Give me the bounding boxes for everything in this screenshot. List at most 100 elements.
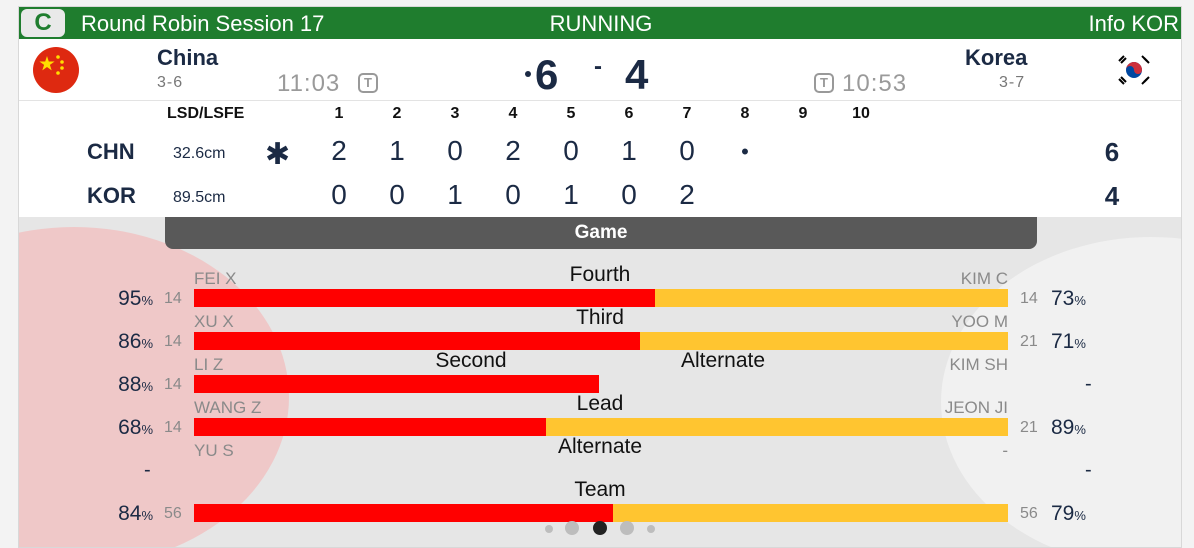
- left-percentage-fill: [194, 289, 655, 307]
- position-label: Fourth: [569, 263, 631, 286]
- right-percentage: 73%: [1051, 287, 1086, 310]
- chn-end-score: 2: [505, 135, 521, 166]
- position-label: Lead: [576, 392, 624, 415]
- chn-marker-icon: ✱: [265, 138, 291, 171]
- right-time-remaining: 10:53: [842, 70, 908, 97]
- right-shot-count: 21: [1020, 419, 1038, 436]
- end-header: 7: [682, 105, 692, 122]
- divider: [19, 100, 1181, 101]
- left-percentage: 84%: [118, 502, 153, 525]
- left-player-name: FEI X: [194, 269, 237, 288]
- left-shot-count: 14: [164, 419, 182, 436]
- right-percentage: 89%: [1051, 416, 1086, 439]
- chn-end-score: 1: [389, 135, 405, 166]
- left-timeout-indicator: T: [358, 73, 378, 93]
- scoreboard-panel: C Round Robin Session 17 RUNNING Info KO…: [18, 6, 1182, 548]
- game-status: RUNNING: [549, 11, 653, 36]
- right-shot-count: 21: [1020, 333, 1038, 350]
- page-dot-active[interactable]: [593, 521, 607, 535]
- chn-end-score: 1: [621, 135, 637, 166]
- right-player-name: -: [1002, 441, 1008, 460]
- end-header: 5: [566, 105, 576, 122]
- left-player-name: LI Z: [194, 355, 224, 374]
- end-header: 2: [392, 105, 402, 122]
- right-shot-count: 14: [1020, 290, 1038, 307]
- percentage-bar: [194, 504, 1008, 522]
- left-percentage-fill: [194, 418, 547, 436]
- percentage-bar: [194, 332, 1008, 350]
- left-percentage: 88%: [118, 373, 153, 396]
- top-bar: C Round Robin Session 17 RUNNING Info KO…: [19, 7, 1181, 39]
- lsd-header: LSD/LSFE: [167, 105, 245, 122]
- right-player-name: YOO M: [951, 312, 1008, 331]
- kor-end-score: 0: [389, 179, 405, 210]
- right-score: 4: [625, 51, 649, 98]
- left-score: 6: [535, 51, 559, 98]
- kor-end-score: 0: [621, 179, 637, 210]
- end-header: 1: [334, 105, 344, 122]
- left-player-name: WANG Z: [194, 398, 262, 417]
- right-player-name: KIM SH: [949, 355, 1008, 374]
- right-player-name: JEON JI: [944, 398, 1008, 417]
- kor-lsd-value: 89.5cm: [173, 189, 226, 206]
- percentage-bar: [194, 375, 1008, 393]
- left-percentage-fill: [194, 375, 600, 393]
- page-dot[interactable]: [620, 521, 634, 535]
- page-dot[interactable]: [545, 525, 553, 533]
- chn-lsd-value: 32.6cm: [173, 145, 226, 162]
- chn-end-score: 0: [563, 135, 579, 166]
- left-team-name: China: [157, 45, 219, 70]
- right-player-name: KIM C: [960, 269, 1008, 288]
- left-percentage: 95%: [118, 287, 153, 310]
- right-percentage: -: [1085, 459, 1092, 481]
- end-header: 9: [798, 105, 808, 122]
- right-shot-count: 56: [1020, 505, 1038, 522]
- player-stats-section: Game FEI X KIM C Fourth 95% 14 14 73% XU…: [19, 217, 1181, 547]
- percentage-bar: [194, 289, 1008, 307]
- china-flag-icon: [33, 47, 79, 93]
- chn-end-score: 0: [679, 135, 695, 166]
- korea-flag-icon: [1111, 47, 1157, 93]
- right-team-name: Korea: [965, 45, 1028, 70]
- percentage-bar: [194, 418, 1008, 436]
- left-percentage: -: [144, 459, 151, 481]
- kor-end-score: 2: [679, 179, 695, 210]
- left-percentage: 68%: [118, 416, 153, 439]
- left-player-name: YU S: [194, 441, 234, 460]
- left-team-record: 3-6: [157, 74, 184, 91]
- position-label: Second: [435, 349, 507, 372]
- left-percentage-fill: [194, 332, 641, 350]
- score-separator: -: [594, 53, 602, 80]
- position-label: Alternate: [680, 349, 766, 372]
- right-percentage: 71%: [1051, 330, 1086, 353]
- left-player-name: XU X: [194, 312, 234, 331]
- end-header: 4: [508, 105, 518, 122]
- right-timeout-indicator: T: [814, 73, 834, 93]
- kor-total: 4: [1104, 181, 1120, 211]
- left-time-remaining: 11:03: [277, 70, 341, 97]
- position-label: Alternate: [557, 435, 643, 458]
- tab-game[interactable]: Game: [165, 217, 1037, 249]
- right-team-record: 3-7: [999, 74, 1026, 91]
- left-shot-count: 14: [164, 333, 182, 350]
- info-link[interactable]: Info KOR: [1089, 11, 1179, 37]
- page-dot[interactable]: [565, 521, 579, 535]
- current-end-marker: •: [741, 139, 749, 164]
- kor-end-score: 1: [563, 179, 579, 210]
- position-label: Third: [576, 306, 624, 329]
- chn-row-code: CHN: [87, 139, 135, 164]
- kor-end-score: 1: [447, 179, 463, 210]
- page-dot[interactable]: [647, 525, 655, 533]
- end-header: 8: [740, 105, 750, 122]
- end-header: 10: [852, 105, 870, 122]
- chn-total: 6: [1104, 137, 1120, 167]
- chn-end-score: 0: [447, 135, 463, 166]
- end-header: 3: [450, 105, 460, 122]
- kor-end-score: 0: [331, 179, 347, 210]
- left-percentage-fill: [194, 504, 614, 522]
- left-shot-count: 56: [164, 505, 182, 522]
- right-percentage: -: [1085, 373, 1092, 395]
- end-header: 6: [624, 105, 634, 122]
- right-percentage: 79%: [1051, 502, 1086, 525]
- left-shot-count: 14: [164, 290, 182, 307]
